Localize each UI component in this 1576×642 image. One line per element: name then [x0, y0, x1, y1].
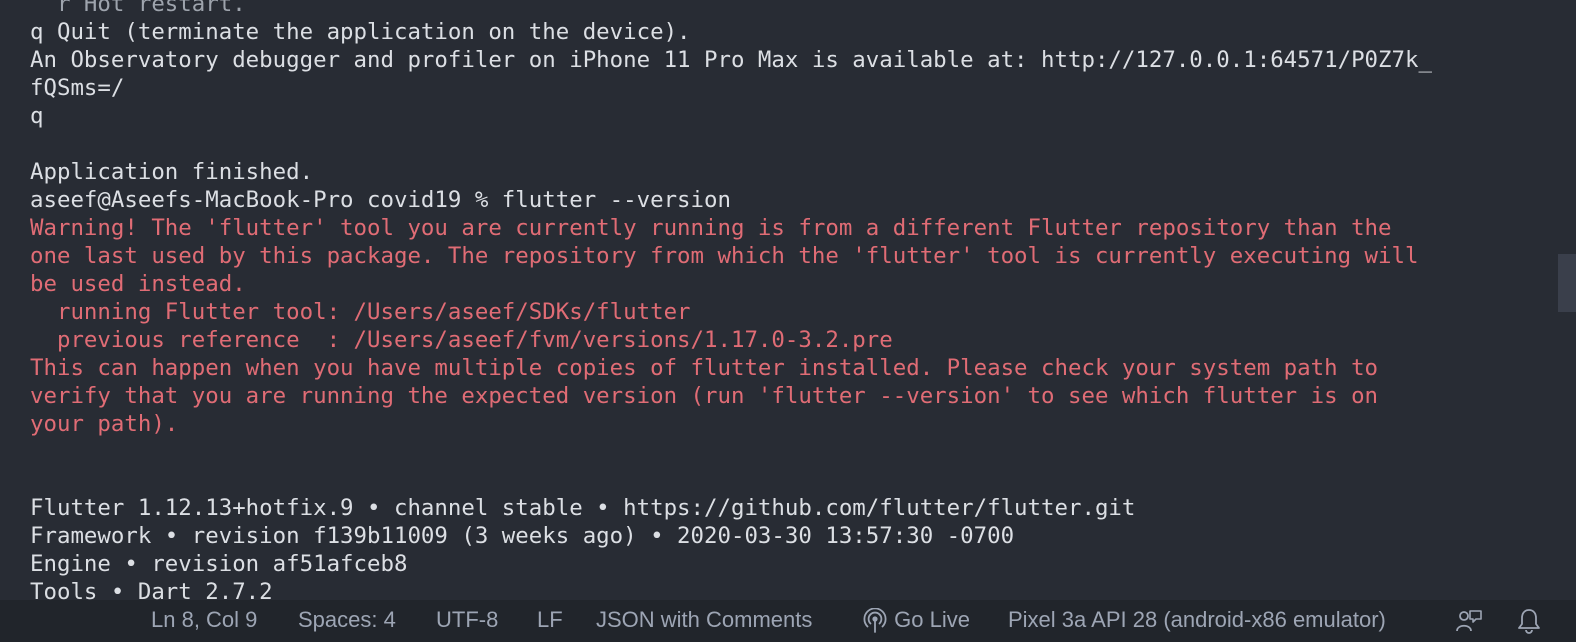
language-mode[interactable]: JSON with Comments	[596, 600, 812, 642]
feedback-icon[interactable]	[1454, 606, 1484, 636]
terminal-line: q Quit (terminate the application on the…	[30, 19, 691, 45]
device-selector[interactable]: Pixel 3a API 28 (android-x86 emulator)	[1008, 600, 1386, 642]
terminal-line: previous reference : /Users/aseef/fvm/ve…	[30, 327, 893, 353]
terminal-line: one last used by this package. The repos…	[30, 243, 1419, 269]
encoding-setting[interactable]: UTF-8	[436, 600, 498, 642]
terminal-line: verify that you are running the expected…	[30, 383, 1379, 409]
terminal-line: Engine • revision af51afceb8	[30, 551, 408, 577]
terminal-line: Application finished.	[30, 159, 314, 185]
terminal-line: q	[30, 103, 44, 129]
terminal-line: fQSms=/	[30, 75, 125, 101]
indentation-setting[interactable]: Spaces: 4	[298, 600, 396, 642]
terminal-line: Warning! The 'flutter' tool you are curr…	[30, 215, 1392, 241]
bell-icon[interactable]	[1514, 606, 1544, 636]
go-live-button[interactable]: Go Live	[862, 600, 970, 642]
cursor-position[interactable]: Ln 8, Col 9	[151, 600, 257, 642]
terminal-output: r Hot restart. q Quit (terminate the appl…	[30, 0, 1432, 600]
go-live-label: Go Live	[894, 607, 970, 632]
terminal-line: Tools • Dart 2.7.2	[30, 579, 273, 600]
terminal-scrollbar-thumb[interactable]	[1558, 254, 1576, 312]
broadcast-icon	[862, 607, 894, 634]
terminal-line: Framework • revision f139b11009 (3 weeks…	[30, 523, 1015, 549]
line-ending-setting[interactable]: LF	[537, 600, 563, 642]
terminal-line: be used instead.	[30, 271, 246, 297]
status-bar: Ln 8, Col 9 Spaces: 4 UTF-8 LF JSON with…	[0, 600, 1576, 642]
terminal-line: running Flutter tool: /Users/aseef/SDKs/…	[30, 299, 691, 325]
terminal-line: Flutter 1.12.13+hotfix.9 • channel stabl…	[30, 495, 1136, 521]
terminal-panel[interactable]: r Hot restart. q Quit (terminate the appl…	[0, 0, 1576, 600]
terminal-line: aseef@Aseefs-MacBook-Pro covid19 % flutt…	[30, 187, 731, 213]
terminal-line: your path).	[30, 411, 179, 437]
terminal-line: r Hot restart.	[30, 0, 246, 17]
terminal-line: This can happen when you have multiple c…	[30, 355, 1379, 381]
terminal-line: An Observatory debugger and profiler on …	[30, 47, 1432, 73]
